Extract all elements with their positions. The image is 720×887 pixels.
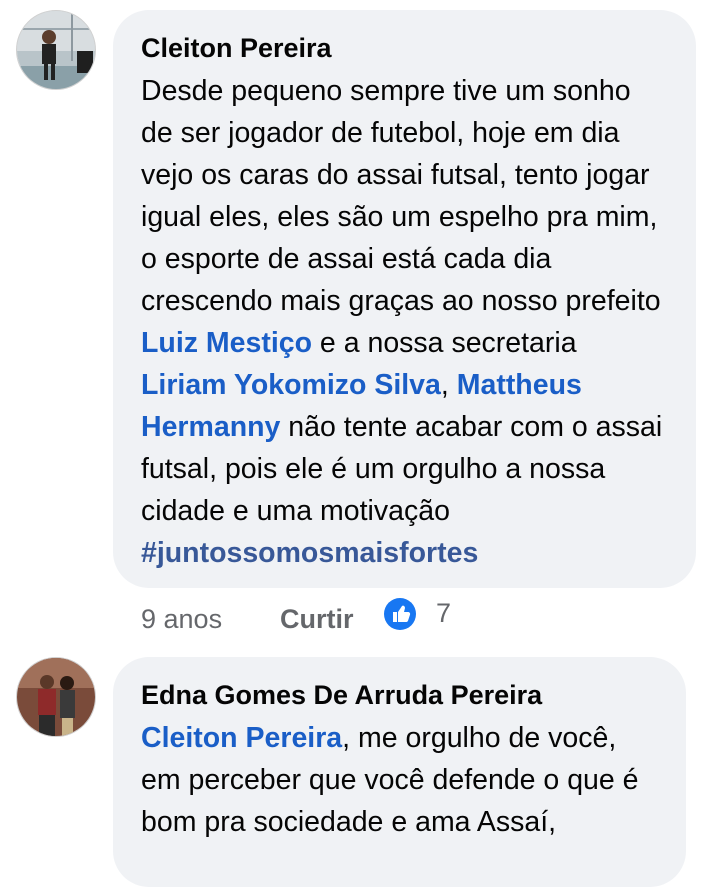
mention-link[interactable]: Cleiton Pereira bbox=[141, 722, 342, 754]
mention-link[interactable]: Liriam Yokomizo Silva bbox=[141, 369, 441, 401]
comment-timestamp[interactable]: 9 anos bbox=[141, 604, 222, 635]
comment-author[interactable]: Cleiton Pereira bbox=[141, 28, 668, 68]
comment-text-part: Desde pequeno sempre tive um sonho de se… bbox=[141, 75, 661, 317]
commenter-avatar[interactable] bbox=[16, 10, 96, 90]
comment-bubble: Edna Gomes De Arruda Pereira Cleiton Per… bbox=[113, 657, 686, 887]
comment-bubble: Cleiton Pereira Desde pequeno sempre tiv… bbox=[113, 10, 696, 588]
comment-text-part: e a nossa secretaria bbox=[312, 327, 577, 359]
like-button[interactable]: Curtir bbox=[280, 604, 354, 635]
comment-text-part: , bbox=[440, 369, 457, 401]
thumbs-up-icon[interactable] bbox=[384, 598, 416, 630]
commenter-avatar[interactable] bbox=[16, 657, 96, 737]
comment-text: Cleiton Pereira, me orgulho de você, em … bbox=[141, 717, 658, 843]
comment-text: Desde pequeno sempre tive um sonho de se… bbox=[141, 70, 668, 574]
hashtag-link[interactable]: #juntossomosmaisfortes bbox=[141, 537, 478, 569]
reaction-count[interactable]: 7 bbox=[436, 598, 451, 629]
mention-link[interactable]: Luiz Mestiço bbox=[141, 327, 312, 359]
avatar-photo bbox=[17, 11, 95, 89]
comment-author[interactable]: Edna Gomes De Arruda Pereira bbox=[141, 675, 658, 715]
avatar-photo bbox=[17, 658, 95, 736]
